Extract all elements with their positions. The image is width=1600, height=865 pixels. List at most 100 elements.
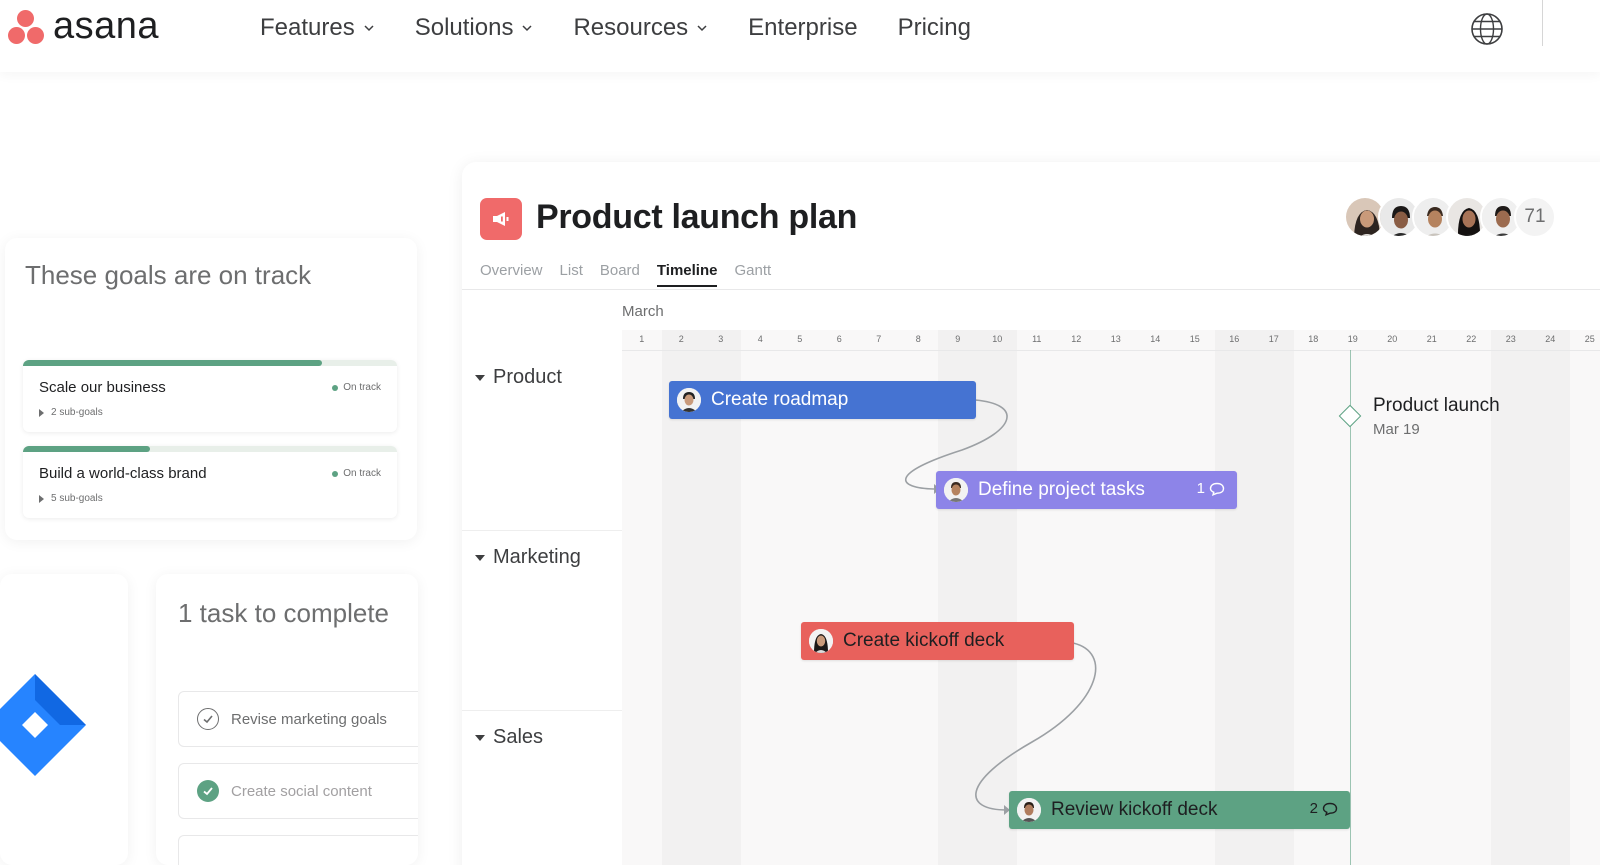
goal-item[interactable]: Scale our business On track 2 sub-goals	[23, 360, 397, 432]
nav-enterprise[interactable]: Enterprise	[748, 14, 857, 42]
day-label: 19	[1347, 334, 1358, 344]
caret-down-icon	[475, 554, 485, 561]
day-label: 13	[1110, 334, 1121, 344]
task-row[interactable]: Create social content	[178, 763, 418, 819]
tab-gantt[interactable]: Gantt	[734, 262, 771, 287]
nav-features-label: Features	[260, 14, 355, 41]
day-label: 6	[836, 334, 842, 344]
milestone-date: Mar 19	[1373, 421, 1420, 438]
milestone-title[interactable]: Product launch	[1373, 395, 1500, 417]
nav-solutions-label: Solutions	[414, 14, 514, 41]
day-label: 9	[955, 334, 961, 344]
goals-title: These goals are on track	[25, 260, 312, 290]
nav-solutions[interactable]: Solutions	[415, 14, 534, 42]
tabs-divider	[462, 289, 1600, 290]
day-label: 25	[1584, 334, 1595, 344]
goal-subgoals-toggle[interactable]: 5 sub-goals	[39, 493, 103, 504]
status-dot-icon	[332, 470, 339, 477]
logo-wordmark: asana	[53, 4, 160, 47]
day-label: 11	[1032, 334, 1042, 344]
tasks-card: 1 task to complete Revise marketing goal…	[156, 574, 418, 865]
section-label: Marketing	[493, 546, 581, 568]
jira-diamond-icon	[0, 674, 86, 776]
day-label: 7	[876, 334, 882, 344]
milestone-line	[1350, 350, 1351, 865]
nav-links: Features Solutions Resources Enterprise …	[260, 14, 1011, 42]
avatar	[809, 629, 833, 653]
day-label: 17	[1268, 334, 1279, 344]
day-header-divider	[622, 350, 1600, 351]
goal-status: On track	[332, 382, 381, 393]
day-label: 16	[1229, 334, 1240, 344]
top-navigation: asana Features Solutions Resources Enter…	[0, 0, 1600, 72]
task-bar-review-kickoff-deck[interactable]: Review kickoff deck 2	[1009, 791, 1350, 829]
task-bar-label: Define project tasks	[978, 479, 1145, 500]
goal-status: On track	[332, 468, 381, 479]
day-label: 10	[992, 334, 1003, 344]
goal-subgoals-toggle[interactable]: 2 sub-goals	[39, 407, 103, 418]
day-label: 20	[1387, 334, 1398, 344]
task-bar-label: Create kickoff deck	[843, 630, 1005, 651]
day-label: 12	[1071, 334, 1082, 344]
integration-card	[0, 574, 128, 865]
goal-subgoals-label: 2 sub-goals	[51, 407, 103, 418]
tab-list[interactable]: List	[560, 262, 583, 287]
comment-icon	[1322, 802, 1338, 816]
caret-down-icon	[475, 374, 485, 381]
project-title: Product launch plan	[536, 198, 858, 236]
weekend-column	[1491, 330, 1570, 865]
caret-right-icon	[39, 494, 44, 503]
nav-pricing[interactable]: Pricing	[898, 14, 971, 42]
section-product[interactable]: Product	[475, 366, 562, 389]
comment-count[interactable]: 1	[1197, 480, 1225, 497]
checkmark-circle-icon[interactable]	[197, 708, 219, 730]
task-row[interactable]	[178, 835, 418, 865]
task-label: Revise marketing goals	[231, 710, 387, 728]
day-label: 3	[718, 334, 724, 344]
nav-divider	[1542, 0, 1543, 46]
comment-icon	[1209, 482, 1225, 496]
day-label: 23	[1505, 334, 1516, 344]
section-sales[interactable]: Sales	[475, 726, 543, 749]
day-label: 21	[1426, 334, 1437, 344]
goal-item[interactable]: Build a world-class brand On track 5 sub…	[23, 446, 397, 518]
task-bar-define-project-tasks[interactable]: Define project tasks 1	[936, 471, 1237, 509]
chevron-down-icon	[697, 25, 707, 32]
task-row[interactable]: Revise marketing goals	[178, 691, 418, 747]
megaphone-icon	[480, 198, 522, 240]
comment-count-label: 2	[1309, 800, 1318, 817]
task-bar-label: Create roadmap	[711, 389, 849, 410]
tasks-title: 1 task to complete	[178, 598, 389, 628]
member-count[interactable]: 71	[1514, 196, 1556, 238]
section-label: Sales	[493, 726, 544, 748]
goal-status-label: On track	[343, 468, 381, 479]
globe-icon[interactable]	[1470, 12, 1504, 46]
task-bar-create-roadmap[interactable]: Create roadmap	[669, 381, 976, 419]
timeline-sections: Product Marketing Sales	[462, 350, 622, 865]
nav-resources-label: Resources	[573, 14, 689, 41]
goal-status-label: On track	[343, 382, 381, 393]
tab-timeline[interactable]: Timeline	[656, 262, 718, 287]
chevron-down-icon	[522, 25, 532, 32]
nav-features[interactable]: Features	[260, 14, 375, 42]
tab-board[interactable]: Board	[600, 262, 640, 287]
day-label: 15	[1189, 334, 1200, 344]
day-label: 18	[1308, 334, 1319, 344]
tab-overview[interactable]: Overview	[480, 262, 543, 287]
section-marketing[interactable]: Marketing	[475, 546, 581, 569]
avatar	[944, 478, 968, 502]
section-divider	[462, 530, 622, 531]
asana-logo[interactable]: asana	[7, 4, 160, 48]
project-members[interactable]: 71	[1344, 196, 1556, 238]
day-label: 5	[797, 334, 803, 344]
comment-count[interactable]: 2	[1310, 800, 1338, 817]
nav-resources[interactable]: Resources	[573, 14, 708, 42]
day-label: 4	[757, 334, 763, 344]
checkmark-done-icon[interactable]	[197, 780, 219, 802]
task-bar-create-kickoff-deck[interactable]: Create kickoff deck	[801, 622, 1074, 660]
day-label: 1	[639, 334, 645, 344]
goals-card: These goals are on track Scale our busin…	[5, 238, 417, 540]
goal-subgoals-label: 5 sub-goals	[51, 493, 103, 504]
weekend-column	[1215, 330, 1294, 865]
day-label: 8	[915, 334, 921, 344]
